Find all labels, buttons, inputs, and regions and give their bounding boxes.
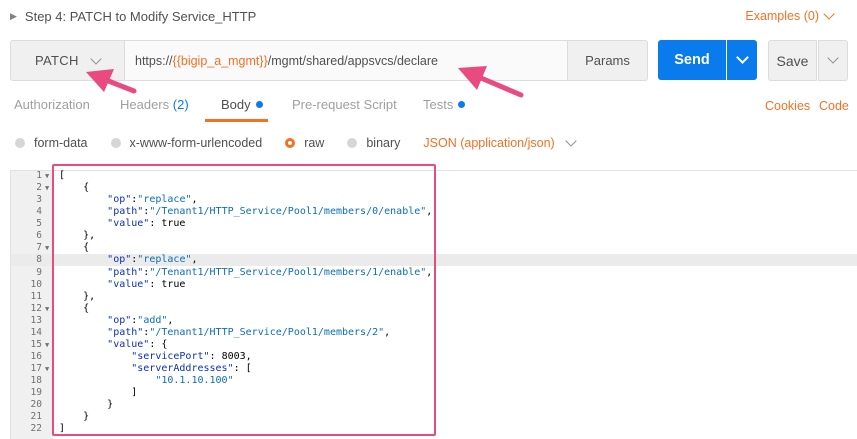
annotation-arrow-method	[86, 69, 137, 94]
annotation-arrows	[86, 66, 524, 98]
annotation-arrow-url	[458, 66, 524, 98]
